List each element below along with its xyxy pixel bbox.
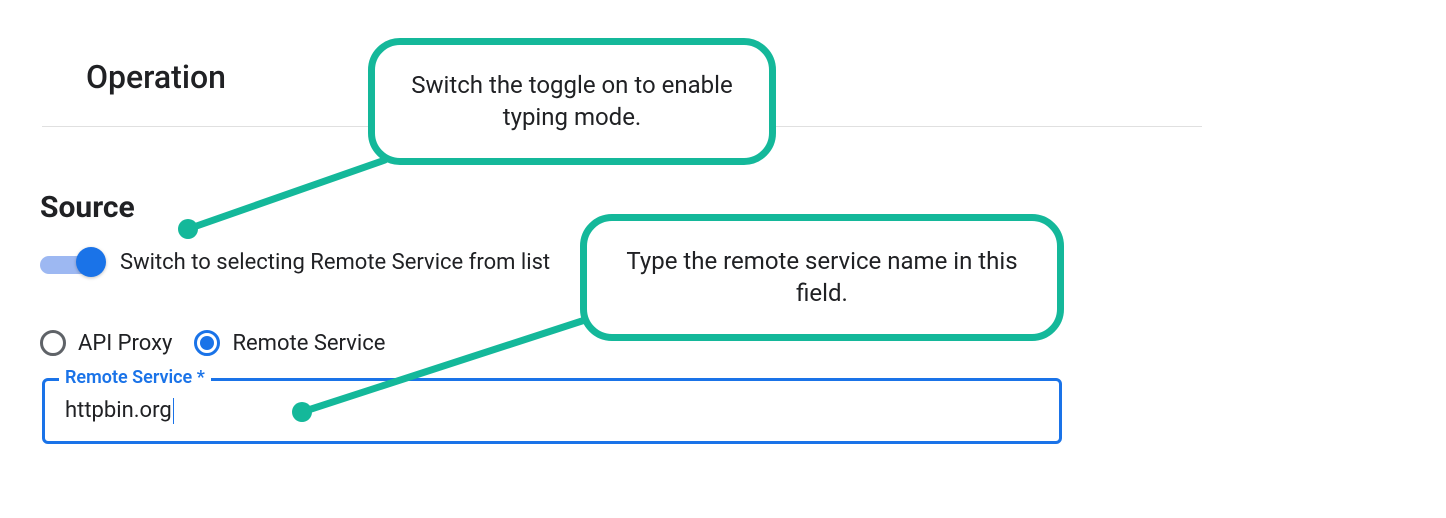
callout-connector-2 [0,0,1446,518]
